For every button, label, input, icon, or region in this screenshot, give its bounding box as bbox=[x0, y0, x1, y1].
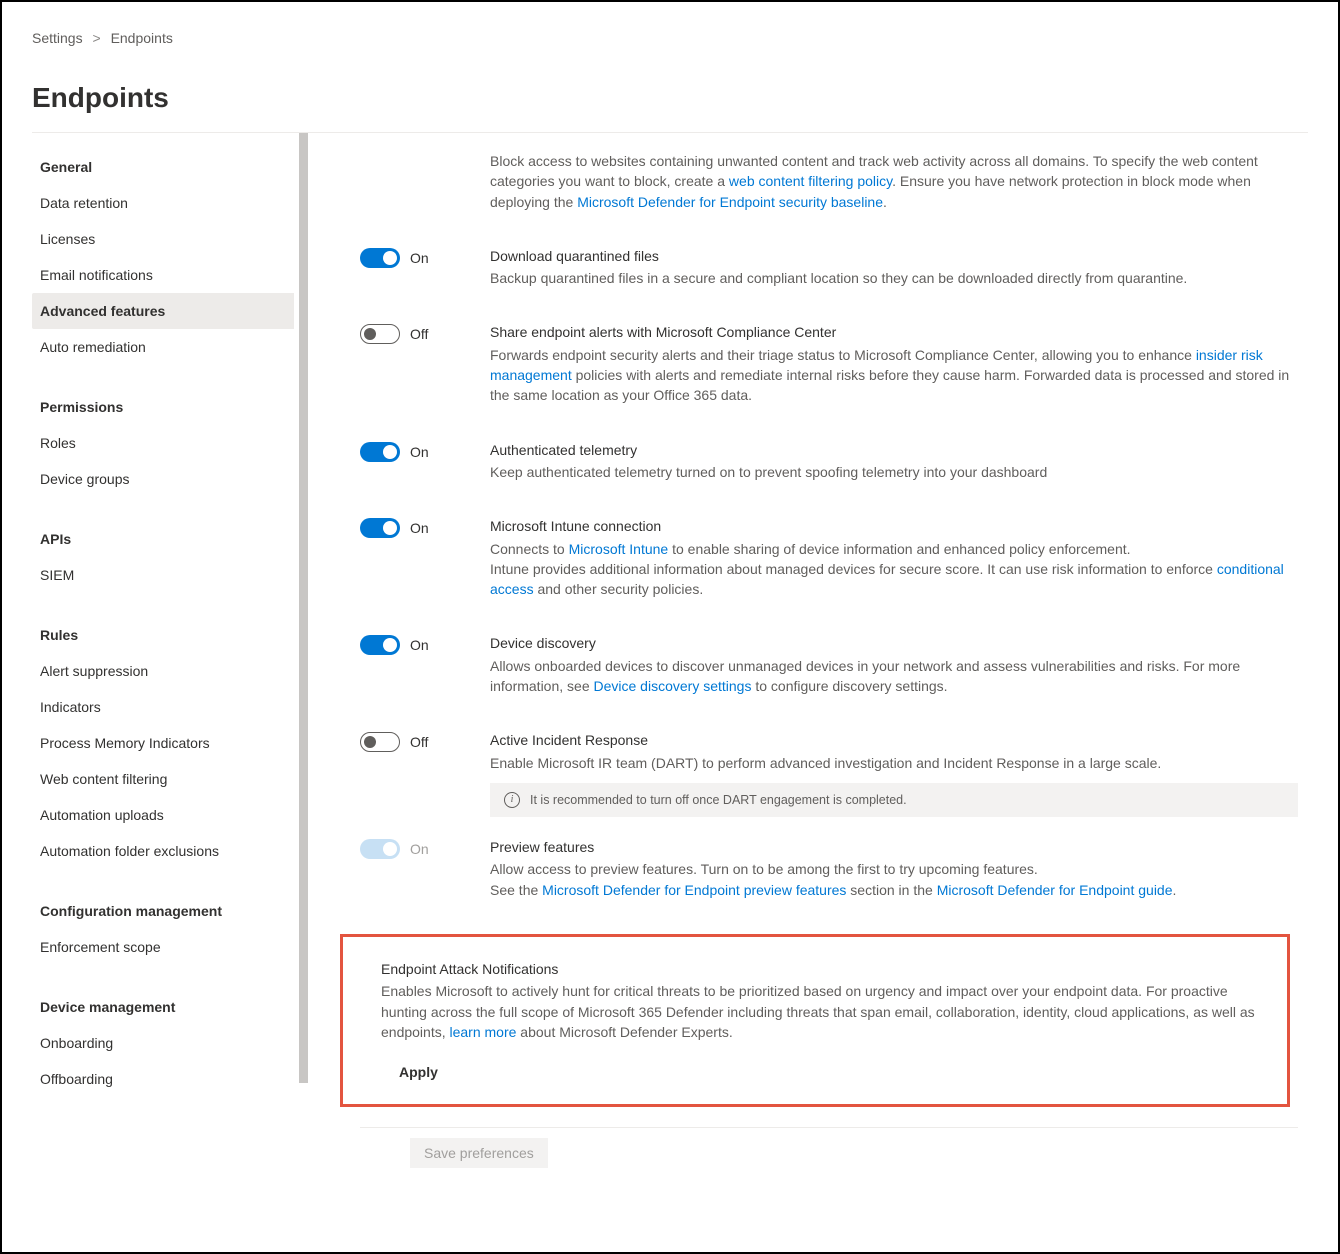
sidebar-item-alert-suppression[interactable]: Alert suppression bbox=[32, 653, 300, 689]
setting-desc: Backup quarantined files in a secure and… bbox=[490, 268, 1298, 288]
endpoint-attack-notifications-highlight: Endpoint Attack Notifications Enables Mi… bbox=[340, 934, 1290, 1107]
setting-title: Microsoft Intune connection bbox=[490, 516, 1298, 536]
info-icon: i bbox=[504, 792, 520, 808]
sidebar-item-indicators[interactable]: Indicators bbox=[32, 689, 300, 725]
setting-download-quarantined-files: On Download quarantined files Backup qua… bbox=[360, 246, 1298, 289]
sidebar-section-device-management: Device management bbox=[32, 987, 300, 1025]
apply-button[interactable]: Apply bbox=[399, 1062, 438, 1082]
toggle-state-label: Off bbox=[410, 734, 428, 750]
toggle-intune[interactable] bbox=[360, 518, 400, 538]
sidebar-item-device-groups[interactable]: Device groups bbox=[32, 461, 300, 497]
sidebar-section-general: General bbox=[32, 147, 300, 185]
link-microsoft-intune[interactable]: Microsoft Intune bbox=[569, 541, 669, 557]
setting-desc: Keep authenticated telemetry turned on t… bbox=[490, 462, 1298, 482]
setting-desc: Forwards endpoint security alerts and th… bbox=[490, 345, 1298, 406]
setting-desc: Connects to Microsoft Intune to enable s… bbox=[490, 539, 1298, 600]
sidebar-section-configuration-management: Configuration management bbox=[32, 891, 300, 929]
sidebar-section-permissions: Permissions bbox=[32, 387, 300, 425]
setting-desc: Allows onboarded devices to discover unm… bbox=[490, 656, 1298, 697]
setting-title: Active Incident Response bbox=[490, 730, 1298, 750]
sidebar-item-email-notifications[interactable]: Email notifications bbox=[32, 257, 300, 293]
setting-device-discovery: On Device discovery Allows onboarded dev… bbox=[360, 633, 1298, 696]
toggle-state-label: On bbox=[410, 841, 429, 857]
toggle-active-incident-response[interactable] bbox=[360, 732, 400, 752]
link-security-baseline[interactable]: Microsoft Defender for Endpoint security… bbox=[577, 194, 883, 210]
info-banner-text: It is recommended to turn off once DART … bbox=[530, 791, 907, 809]
sidebar-item-web-content-filtering[interactable]: Web content filtering bbox=[32, 761, 300, 797]
toggle-state-label: On bbox=[410, 520, 429, 536]
info-banner: i It is recommended to turn off once DAR… bbox=[490, 783, 1298, 817]
sidebar-item-process-memory-indicators[interactable]: Process Memory Indicators bbox=[32, 725, 300, 761]
toggle-state-label: On bbox=[410, 250, 429, 266]
intro-text: Block access to websites containing unwa… bbox=[490, 151, 1298, 212]
setting-title: Endpoint Attack Notifications bbox=[381, 959, 1269, 979]
sidebar-scrollbar[interactable] bbox=[294, 133, 310, 1252]
sidebar-section-rules: Rules bbox=[32, 615, 300, 653]
setting-title: Device discovery bbox=[490, 633, 1298, 653]
sidebar-item-advanced-features[interactable]: Advanced features bbox=[32, 293, 300, 329]
setting-authenticated-telemetry: On Authenticated telemetry Keep authenti… bbox=[360, 440, 1298, 483]
sidebar-item-offboarding[interactable]: Offboarding bbox=[32, 1061, 300, 1097]
toggle-preview-features bbox=[360, 839, 400, 859]
sidebar-section-apis: APIs bbox=[32, 519, 300, 557]
breadcrumb-endpoints[interactable]: Endpoints bbox=[111, 30, 173, 46]
setting-title: Share endpoint alerts with Microsoft Com… bbox=[490, 322, 1298, 342]
link-endpoint-guide[interactable]: Microsoft Defender for Endpoint guide bbox=[937, 882, 1173, 898]
setting-desc: Enables Microsoft to actively hunt for c… bbox=[381, 981, 1269, 1042]
toggle-device-discovery[interactable] bbox=[360, 635, 400, 655]
toggle-share-alerts[interactable] bbox=[360, 324, 400, 344]
setting-intune-connection: On Microsoft Intune connection Connects … bbox=[360, 516, 1298, 599]
sidebar-item-onboarding[interactable]: Onboarding bbox=[32, 1025, 300, 1061]
setting-title: Preview features bbox=[490, 837, 1298, 857]
link-learn-more[interactable]: learn more bbox=[450, 1024, 517, 1040]
setting-title: Authenticated telemetry bbox=[490, 440, 1298, 460]
save-bar: Save preferences bbox=[360, 1127, 1298, 1168]
page-title: Endpoints bbox=[32, 82, 1308, 114]
sidebar-item-automation-folder-exclusions[interactable]: Automation folder exclusions bbox=[32, 833, 300, 869]
sidebar-item-enforcement-scope[interactable]: Enforcement scope bbox=[32, 929, 300, 965]
main-content: Block access to websites containing unwa… bbox=[310, 133, 1308, 1252]
sidebar-item-data-retention[interactable]: Data retention bbox=[32, 185, 300, 221]
toggle-download-quarantined[interactable] bbox=[360, 248, 400, 268]
setting-desc: Enable Microsoft IR team (DART) to perfo… bbox=[490, 753, 1298, 773]
sidebar-item-automation-uploads[interactable]: Automation uploads bbox=[32, 797, 300, 833]
save-preferences-button[interactable]: Save preferences bbox=[410, 1138, 548, 1168]
setting-title: Download quarantined files bbox=[490, 246, 1298, 266]
sidebar-item-roles[interactable]: Roles bbox=[32, 425, 300, 461]
chevron-right-icon: > bbox=[92, 30, 100, 46]
link-preview-features[interactable]: Microsoft Defender for Endpoint preview … bbox=[542, 882, 846, 898]
link-web-content-filtering-policy[interactable]: web content filtering policy bbox=[729, 173, 892, 189]
sidebar-item-auto-remediation[interactable]: Auto remediation bbox=[32, 329, 300, 365]
sidebar: General Data retention Licenses Email no… bbox=[32, 133, 310, 1252]
link-device-discovery-settings[interactable]: Device discovery settings bbox=[594, 678, 752, 694]
breadcrumb: Settings > Endpoints bbox=[32, 30, 1308, 46]
setting-share-endpoint-alerts: Off Share endpoint alerts with Microsoft… bbox=[360, 322, 1298, 405]
setting-desc: Allow access to preview features. Turn o… bbox=[490, 859, 1298, 900]
toggle-auth-telemetry[interactable] bbox=[360, 442, 400, 462]
scrollbar-thumb[interactable] bbox=[299, 133, 308, 1083]
toggle-state-label: Off bbox=[410, 326, 428, 342]
setting-active-incident-response: Off Active Incident Response Enable Micr… bbox=[360, 730, 1298, 817]
sidebar-item-siem[interactable]: SIEM bbox=[32, 557, 300, 593]
toggle-state-label: On bbox=[410, 444, 429, 460]
sidebar-item-licenses[interactable]: Licenses bbox=[32, 221, 300, 257]
toggle-state-label: On bbox=[410, 637, 429, 653]
breadcrumb-settings[interactable]: Settings bbox=[32, 30, 83, 46]
setting-preview-features: On Preview features Allow access to prev… bbox=[360, 837, 1298, 900]
